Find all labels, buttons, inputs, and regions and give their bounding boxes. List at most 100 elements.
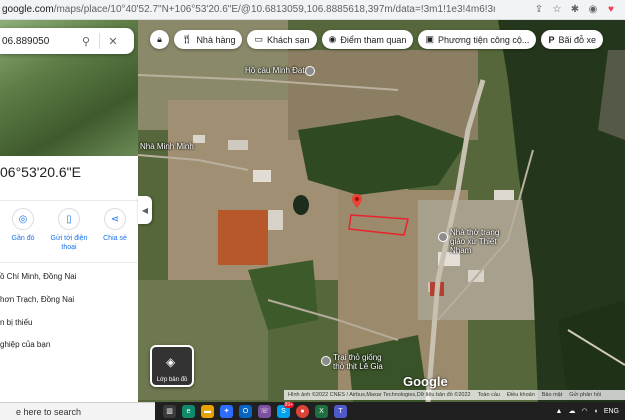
- nearby-button[interactable]: ◎ Gần đó: [3, 208, 43, 252]
- address-bar[interactable]: google.com/maps/place/10°40'52.7"N+106°5…: [0, 0, 625, 20]
- lock-icon: 🔒︎: [157, 34, 162, 44]
- layers-icon: ◈: [166, 355, 176, 369]
- camera-icon: ◉: [328, 34, 337, 44]
- restaurant-icon: 🍴︎: [181, 34, 193, 44]
- hotel-icon: ▭: [254, 34, 263, 44]
- close-icon[interactable]: ✕: [103, 35, 123, 48]
- edge-icon[interactable]: e: [182, 404, 195, 418]
- chip-label: Khách sạn: [267, 34, 310, 45]
- info-row-missing[interactable]: n bị thiếu: [0, 318, 32, 327]
- chevron-up-icon[interactable]: ▲: [556, 408, 563, 415]
- chip-attraction[interactable]: ◉ Điểm tham quan: [321, 30, 414, 49]
- chip-transit[interactable]: ▣ Phương tiện công cộ...: [418, 30, 537, 49]
- outlook-icon[interactable]: O: [239, 404, 252, 418]
- building-1: [193, 135, 205, 143]
- nearby-icon: ◎: [12, 208, 34, 230]
- share-button[interactable]: ⋖ Chia sẻ: [95, 208, 135, 252]
- map-pin-icon[interactable]: [438, 232, 448, 242]
- search-divider: [99, 33, 100, 49]
- place-panel: 06.889050 ⚲ ✕ 06°53'20.6"E ◎ Gần đó ▯ Gử…: [0, 20, 138, 402]
- skype-icon[interactable]: S 99+: [277, 401, 294, 418]
- url-path: /maps/place/10°40'52.7"N+106°53'20.6"E/@…: [53, 4, 495, 15]
- send-to-phone-button[interactable]: ▯ Gửi tới điện thoại: [49, 208, 89, 252]
- task-view-icon[interactable]: ▥: [163, 404, 176, 418]
- attribution-link[interactable]: Điều khoản: [507, 392, 535, 398]
- star-icon[interactable]: ☆: [551, 4, 563, 15]
- cloud-icon[interactable]: ☁: [568, 407, 575, 415]
- chip-lock[interactable]: 🔒︎: [150, 30, 169, 49]
- volume-icon[interactable]: ◖: [594, 408, 598, 415]
- satellite-imagery: [138, 20, 625, 402]
- extensions-icon[interactable]: ✱: [569, 4, 581, 15]
- share-icon[interactable]: ⇪: [533, 4, 545, 15]
- attribution-link[interactable]: Bảo mật: [542, 392, 562, 398]
- satellite-map[interactable]: [138, 20, 625, 402]
- chrome-icon[interactable]: ●: [296, 404, 309, 418]
- chip-hotel[interactable]: ▭ Khách sạn: [247, 30, 317, 49]
- building-4: [268, 210, 283, 230]
- map-label-trai-tho[interactable]: Trại thỏ giống thỏ thịt Lê Gia: [333, 353, 391, 371]
- map-attribution: Hình ảnh ©2022 CNES / Airbus,Maxar Techn…: [284, 390, 625, 400]
- messenger-icon[interactable]: ✦: [220, 404, 233, 418]
- excel-icon[interactable]: X: [315, 404, 328, 418]
- taskbar: e here to search ▥ e ▬ ✦ O ☏ S 99+ ● X T…: [0, 401, 625, 420]
- divider: [0, 262, 138, 263]
- building-8: [494, 190, 514, 200]
- location-pin-icon[interactable]: [352, 194, 362, 208]
- category-chips: 🔒︎ 🍴︎ Nhà hàng ▭ Khách sạn ◉ Điểm tham q…: [150, 30, 603, 49]
- share-icon: ⋖: [104, 208, 126, 230]
- chevron-left-icon: ◀: [141, 205, 149, 215]
- map-label-minh-minh[interactable]: Nhà Minh Minh: [140, 142, 194, 151]
- taskbar-apps: ▥ e ▬ ✦ O ☏ S 99+ ● X T: [163, 401, 347, 418]
- viber-icon[interactable]: ☏: [258, 404, 271, 418]
- parking-icon: P: [548, 34, 555, 45]
- chip-label: Phương tiện công cộ...: [437, 34, 530, 45]
- collapse-panel-button[interactable]: ◀: [138, 196, 152, 224]
- attribution-imagery: Hình ảnh ©2022 CNES / Airbus,Maxar Techn…: [288, 392, 471, 398]
- phone-icon: ▯: [58, 208, 80, 230]
- explorer-icon[interactable]: ▬: [201, 404, 214, 418]
- pond: [293, 195, 309, 215]
- taskbar-search-placeholder: e here to search: [16, 406, 82, 417]
- system-tray: ▲ ☁ ◠ ◖ ENG: [556, 407, 625, 416]
- notification-badge: 99+: [283, 401, 294, 408]
- building-3: [253, 170, 271, 182]
- layers-label: Lớp bản đồ: [156, 377, 188, 383]
- url-host: google.com: [2, 4, 54, 15]
- attribution-link[interactable]: Gửi phản hồi: [569, 392, 601, 398]
- chip-label: Nhà hàng: [196, 34, 236, 45]
- map-label-ho-ca[interactable]: Hồ cáu Minh Đạt: [245, 66, 305, 75]
- chip-restaurant[interactable]: 🍴︎ Nhà hàng: [174, 30, 243, 49]
- map-pin-icon[interactable]: [305, 66, 315, 76]
- place-coordinates: 06°53'20.6"E: [0, 164, 81, 180]
- url-field[interactable]: google.com/maps/place/10°40'52.7"N+106°5…: [0, 4, 495, 15]
- map-label-trang-giao[interactable]: Nhà thờ trang giáo xứ Thiết Nham: [450, 228, 508, 255]
- action-buttons: ◎ Gần đó ▯ Gửi tới điện thoại ⋖ Chia sẻ: [0, 208, 138, 252]
- divider: [0, 200, 138, 201]
- google-logo: Google: [403, 374, 448, 389]
- action-label: Chia sẻ: [103, 235, 127, 242]
- pocket-icon[interactable]: ♥: [605, 4, 617, 15]
- wifi-icon[interactable]: ◠: [581, 407, 587, 415]
- taskbar-search[interactable]: e here to search: [0, 402, 155, 420]
- attribution-link[interactable]: Toàn cầu: [478, 392, 500, 398]
- chip-parking[interactable]: P Bãi đỗ xe: [541, 30, 603, 49]
- search-box[interactable]: 06.889050 ⚲ ✕: [0, 28, 134, 54]
- info-row-address[interactable]: ồ Chí Minh, Đồng Nai: [0, 272, 76, 281]
- orange-plot: [218, 210, 268, 265]
- language-indicator[interactable]: ENG: [604, 408, 619, 415]
- map-pin-icon[interactable]: [321, 356, 331, 366]
- info-row-business[interactable]: ghiệp của bạn: [0, 340, 50, 349]
- search-input[interactable]: 06.889050: [0, 36, 76, 47]
- building-2: [228, 140, 248, 150]
- action-label: Gửi tới điện thoại: [50, 235, 88, 251]
- search-icon[interactable]: ⚲: [76, 35, 96, 48]
- chip-label: Bãi đỗ xe: [558, 34, 596, 45]
- profile-icon[interactable]: ◉: [587, 4, 599, 15]
- layers-button[interactable]: ◈ Lớp bản đồ: [150, 345, 194, 387]
- info-row-district[interactable]: hơn Trạch, Đồng Nai: [0, 295, 74, 304]
- action-label: Gần đó: [11, 235, 35, 242]
- teams-icon[interactable]: T: [334, 404, 347, 418]
- transit-icon: ▣: [425, 34, 434, 44]
- chip-label: Điểm tham quan: [340, 34, 407, 45]
